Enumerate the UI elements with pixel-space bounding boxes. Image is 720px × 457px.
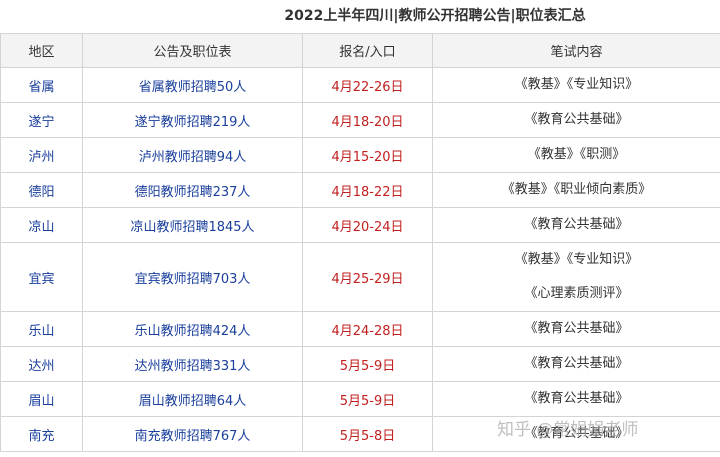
exam-content-line: 《教育公共基础》: [524, 217, 629, 232]
exam-content-cell: 《教育公共基础》: [432, 381, 720, 417]
region-cell: 达州: [0, 346, 83, 382]
notice-link[interactable]: 眉山教师招聘64人: [82, 381, 303, 417]
signup-period-link[interactable]: 5月5-8日: [302, 416, 433, 452]
notice-link[interactable]: 凉山教师招聘1845人: [82, 207, 303, 243]
region-cell: 遂宁: [0, 102, 83, 138]
notice-link[interactable]: 泸州教师招聘94人: [82, 137, 303, 173]
exam-content-cell: 《教育公共基础》: [432, 311, 720, 347]
signup-period-link[interactable]: 5月5-9日: [302, 381, 433, 417]
notice-link[interactable]: 德阳教师招聘237人: [82, 172, 303, 208]
signup-period-link[interactable]: 4月24-28日: [302, 311, 433, 347]
table-row: 达州 达州教师招聘331人 5月5-9日 《教育公共基础》: [0, 346, 720, 382]
signup-period-link[interactable]: 5月5-9日: [302, 346, 433, 382]
recruitment-table: 地区 公告及职位表 报名/入口 笔试内容 省属 省属教师招聘50人 4月22-26日…: [0, 33, 720, 452]
notice-link[interactable]: 达州教师招聘331人: [82, 346, 303, 382]
header-exam: 笔试内容: [432, 33, 720, 68]
exam-content-line: 《教育公共基础》: [524, 426, 629, 441]
header-period: 报名/入口: [302, 33, 433, 68]
signup-period-link[interactable]: 4月15-20日: [302, 137, 433, 173]
notice-link[interactable]: 宜宾教师招聘703人: [82, 242, 303, 312]
region-cell: 省属: [0, 67, 83, 103]
exam-content-cell: 《教基》《职业倾向素质》: [432, 172, 720, 208]
region-cell: 南充: [0, 416, 83, 452]
region-cell: 乐山: [0, 311, 83, 347]
table-row: 泸州 泸州教师招聘94人 4月15-20日 《教基》《职测》: [0, 137, 720, 173]
signup-period-link[interactable]: 4月20-24日: [302, 207, 433, 243]
exam-content-cell: 《教育公共基础》: [432, 346, 720, 382]
exam-content-line: 《教育公共基础》: [524, 356, 629, 371]
region-cell: 泸州: [0, 137, 83, 173]
region-cell: 眉山: [0, 381, 83, 417]
exam-content-line: 《心理素质测评》: [524, 286, 629, 301]
signup-period-link[interactable]: 4月25-29日: [302, 242, 433, 312]
page-title: 2022上半年四川|教师公开招聘公告|职位表汇总: [284, 8, 586, 24]
exam-content-line: 《教基》《职测》: [527, 147, 626, 162]
exam-content-line: 《教基》《职业倾向素质》: [501, 182, 652, 197]
notice-link[interactable]: 遂宁教师招聘219人: [82, 102, 303, 138]
exam-content-cell: 《教育公共基础》: [432, 416, 720, 452]
table-body: 省属 省属教师招聘50人 4月22-26日 《教基》《专业知识》 遂宁 遂宁教师招聘219…: [0, 67, 720, 452]
exam-content-cell: 《教育公共基础》: [432, 207, 720, 243]
signup-period-link[interactable]: 4月22-26日: [302, 67, 433, 103]
header-region: 地区: [0, 33, 83, 68]
table-row: 宜宾 宜宾教师招聘703人 4月25-29日 《教基》《专业知识》 《心理素质测评》: [0, 242, 720, 312]
table-header-row: 地区 公告及职位表 报名/入口 笔试内容: [0, 33, 720, 68]
exam-content-cell: 《教基》《专业知识》: [432, 67, 720, 103]
table-row: 德阳 德阳教师招聘237人 4月18-22日 《教基》《职业倾向素质》: [0, 172, 720, 208]
notice-link[interactable]: 南充教师招聘767人: [82, 416, 303, 452]
table-row: 凉山 凉山教师招聘1845人 4月20-24日 《教育公共基础》: [0, 207, 720, 243]
exam-content-line: 《教育公共基础》: [524, 112, 629, 127]
table-row: 省属 省属教师招聘50人 4月22-26日 《教基》《专业知识》: [0, 67, 720, 103]
region-cell: 凉山: [0, 207, 83, 243]
table-row: 遂宁 遂宁教师招聘219人 4月18-20日 《教育公共基础》: [0, 102, 720, 138]
table-row: 南充 南充教师招聘767人 5月5-8日 《教育公共基础》: [0, 416, 720, 452]
table-row: 眉山 眉山教师招聘64人 5月5-9日 《教育公共基础》: [0, 381, 720, 417]
notice-link[interactable]: 省属教师招聘50人: [82, 67, 303, 103]
exam-content-line: 《教育公共基础》: [524, 321, 629, 336]
table-row: 乐山 乐山教师招聘424人 4月24-28日 《教育公共基础》: [0, 311, 720, 347]
exam-content-cell: 《教育公共基础》: [432, 102, 720, 138]
header-notice: 公告及职位表: [82, 33, 303, 68]
region-cell: 德阳: [0, 172, 83, 208]
exam-content-cell: 《教基》《专业知识》 《心理素质测评》: [432, 242, 720, 312]
notice-link[interactable]: 乐山教师招聘424人: [82, 311, 303, 347]
exam-content-line: 《教基》《专业知识》: [514, 252, 639, 267]
exam-content-cell: 《教基》《职测》: [432, 137, 720, 173]
region-cell: 宜宾: [0, 242, 83, 312]
exam-content-line: 《教育公共基础》: [524, 391, 629, 406]
exam-content-line: 《教基》《专业知识》: [514, 77, 639, 92]
signup-period-link[interactable]: 4月18-22日: [302, 172, 433, 208]
signup-period-link[interactable]: 4月18-20日: [302, 102, 433, 138]
